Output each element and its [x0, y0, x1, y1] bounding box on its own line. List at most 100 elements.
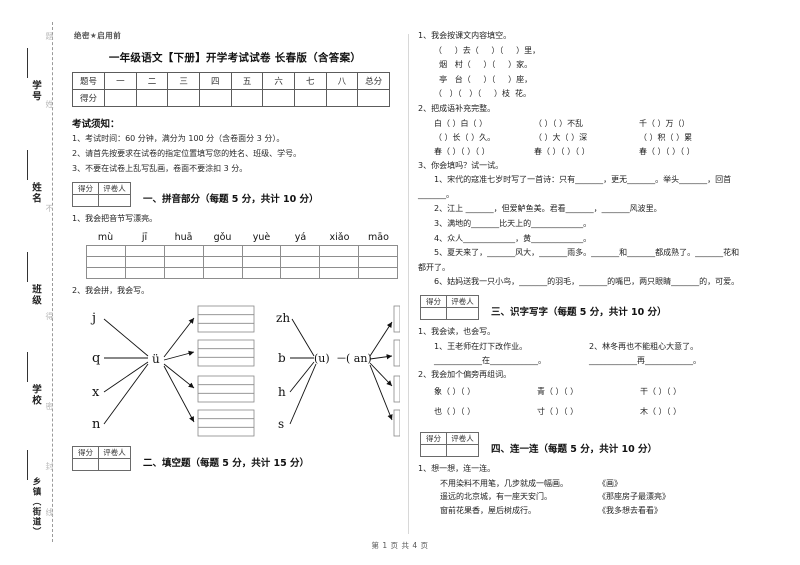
match-left[interactable]: 窗前花果香，屋后树成行。 — [440, 505, 598, 518]
sentence-num: 1、 — [434, 341, 448, 351]
diagram-initial-b: b — [278, 351, 286, 365]
writing-cell[interactable] — [319, 255, 360, 268]
writing-cell[interactable] — [280, 255, 321, 268]
writing-cell[interactable] — [163, 266, 204, 279]
poem-line: （ ）（ ）（ ）枝 花。 — [434, 89, 532, 99]
writing-cell[interactable] — [163, 244, 204, 257]
diagram-initial-zh: zh — [276, 311, 290, 325]
diagram-initial-h: h — [278, 385, 286, 399]
seal-rule — [27, 450, 28, 480]
idiom-cell: 千（ ）万（） — [639, 118, 690, 128]
score-entry-cell[interactable] — [325, 89, 359, 107]
score-entry-cell[interactable] — [104, 89, 137, 107]
grader-score-cell[interactable] — [420, 444, 447, 458]
match-right[interactable]: 《那座房子最漂亮》 — [598, 491, 728, 504]
writing-cell[interactable] — [202, 244, 243, 257]
writing-cell[interactable] — [280, 266, 321, 279]
writing-cell[interactable] — [124, 266, 165, 279]
sentence-text: 林冬再也不能粗心大意了。 — [602, 341, 699, 351]
grader-name-label: 评卷人 — [446, 294, 479, 308]
grader-name-cell[interactable] — [98, 194, 131, 208]
writing-cell[interactable] — [241, 255, 282, 268]
idiom-cell: （ ）（ ）不乱 — [534, 118, 584, 128]
table-row — [86, 266, 398, 279]
score-entry-cell[interactable] — [167, 89, 200, 107]
section-header-1: 得分 评卷人 一、拼音部分（每题 5 分，共计 10 分） — [72, 182, 400, 208]
question-3-1-label: 1、我会读，也会写。 — [418, 326, 496, 336]
writing-cell[interactable] — [280, 244, 321, 257]
grader-box: 得分 评卷人 — [72, 445, 131, 471]
grader-score-cell[interactable] — [72, 457, 99, 471]
idiom-row: 春（ ）（ ）（ ） 春（ ）（ ）（ ） 春（ ）（ ）（ ） — [434, 146, 748, 158]
writing-cell[interactable] — [124, 244, 165, 257]
radical-cell: 象（ ）（ ） — [434, 387, 476, 397]
score-entry-cell[interactable] — [198, 89, 232, 107]
table-row — [72, 194, 131, 208]
score-table-header-cell: 一 — [104, 72, 137, 90]
grader-score-label: 得分 — [72, 182, 99, 196]
question-3-2-label: 2、我会加个偏旁再组词。 — [418, 369, 512, 379]
score-entry-cell[interactable] — [135, 89, 169, 107]
seal-label-xiangzhen: 乡镇（街道） — [31, 477, 41, 537]
score-table-header-cell: 二 — [135, 72, 169, 90]
match-right[interactable]: 《画》 — [598, 478, 728, 491]
writing-cell[interactable] — [86, 266, 126, 279]
match-left[interactable]: 不用染料不用笔，几步就成一幅画。 — [440, 478, 598, 491]
score-entry-cell[interactable] — [357, 89, 390, 107]
writing-cell[interactable] — [241, 266, 282, 279]
right-column: 1、我会按课文内容填空。 （ ）去（ ）（ ）里， 烟 村（ ）（ ）家。 亭 … — [418, 30, 748, 519]
pinyin-syllable: māo — [368, 231, 389, 243]
column-divider — [408, 34, 409, 534]
writing-cell[interactable] — [319, 266, 360, 279]
grader-name-cell[interactable] — [446, 306, 479, 320]
writing-cell[interactable] — [163, 255, 204, 268]
writing-cell[interactable] — [202, 266, 243, 279]
question-1-2-label: 2、我会拼，我会写。 — [72, 285, 150, 295]
writing-cell[interactable] — [358, 255, 398, 268]
section-title-1: 一、拼音部分（每题 5 分，共计 10 分） — [143, 194, 319, 206]
section-header-4: 得分 评卷人 四、连一连（每题 5 分，共计 10 分） — [420, 432, 748, 458]
left-column: 绝密★启用前 一年级语文【下册】开学考试试卷 长春版（含答案） 题号 一 二 三… — [70, 30, 400, 477]
diagram-initial-s: s — [278, 417, 284, 431]
writing-cell[interactable] — [202, 255, 243, 268]
writing-cell[interactable] — [124, 255, 165, 268]
score-entry-cell[interactable] — [262, 89, 295, 107]
section-header-2: 得分 评卷人 二、填空题（每题 5 分，共计 15 分） — [72, 445, 400, 472]
diagram-initial-x: x — [92, 385, 100, 400]
idiom-cell: 春（ ）（ ）（ ） — [534, 146, 590, 156]
writing-cell[interactable] — [241, 244, 282, 257]
question-2-3-label: 3、你会填吗？试一试。 — [418, 160, 504, 170]
diagram-svg: j q x n ü zh b h s (u) － (an) — [90, 305, 400, 436]
seal-label-xuexiao: 学校 — [30, 384, 41, 406]
writing-cell[interactable] — [86, 244, 126, 257]
seal-faint-char: 封 — [45, 462, 54, 470]
score-table-header-cell: 总分 — [357, 72, 390, 90]
score-entry-cell[interactable] — [230, 89, 264, 107]
match-right[interactable]: 《我多想去看看》 — [598, 505, 728, 518]
score-entry-cell[interactable] — [293, 89, 327, 107]
table-row — [420, 306, 479, 320]
table-row: 得分 评卷人 — [420, 294, 479, 308]
pinyin-syllable: xiǎo — [329, 231, 350, 243]
fill-item: 4、众人_____________，黄_____________。 — [434, 233, 592, 243]
fill-item: 2、江上 _______，但爱鲈鱼美。君看_______，_______风波里。 — [434, 204, 662, 214]
grader-name-cell[interactable] — [98, 457, 131, 471]
grader-name-cell[interactable] — [446, 444, 479, 458]
pinyin-row: mù jī huā gǒu yuè yá xiǎo māo — [86, 232, 398, 243]
writing-cell[interactable] — [86, 255, 126, 268]
fill-item: 都开了。 — [418, 262, 450, 272]
seal-label-banji: 班级 — [30, 284, 41, 306]
writing-cell[interactable] — [358, 266, 398, 279]
match-left[interactable]: 遥远的北京城，有一座天安门。 — [440, 491, 598, 504]
grader-score-cell[interactable] — [72, 194, 99, 208]
writing-cell[interactable] — [358, 244, 398, 257]
grader-score-cell[interactable] — [420, 306, 447, 320]
secret-mark: 绝密★启用前 — [74, 31, 122, 40]
sentence-blank-2[interactable]: ____________再____________。 — [589, 355, 744, 367]
writing-cell[interactable] — [319, 244, 360, 257]
pinyin-syllable: jī — [141, 231, 148, 243]
poem-line: 烟 村（ ）（ ）家。 — [434, 60, 533, 70]
sentence-blank-1[interactable]: ____________在____________。 — [434, 355, 589, 367]
diagram-answer-boxes — [197, 305, 255, 436]
section-title-3: 三、识字写字（每题 5 分，共计 10 分） — [491, 306, 667, 318]
